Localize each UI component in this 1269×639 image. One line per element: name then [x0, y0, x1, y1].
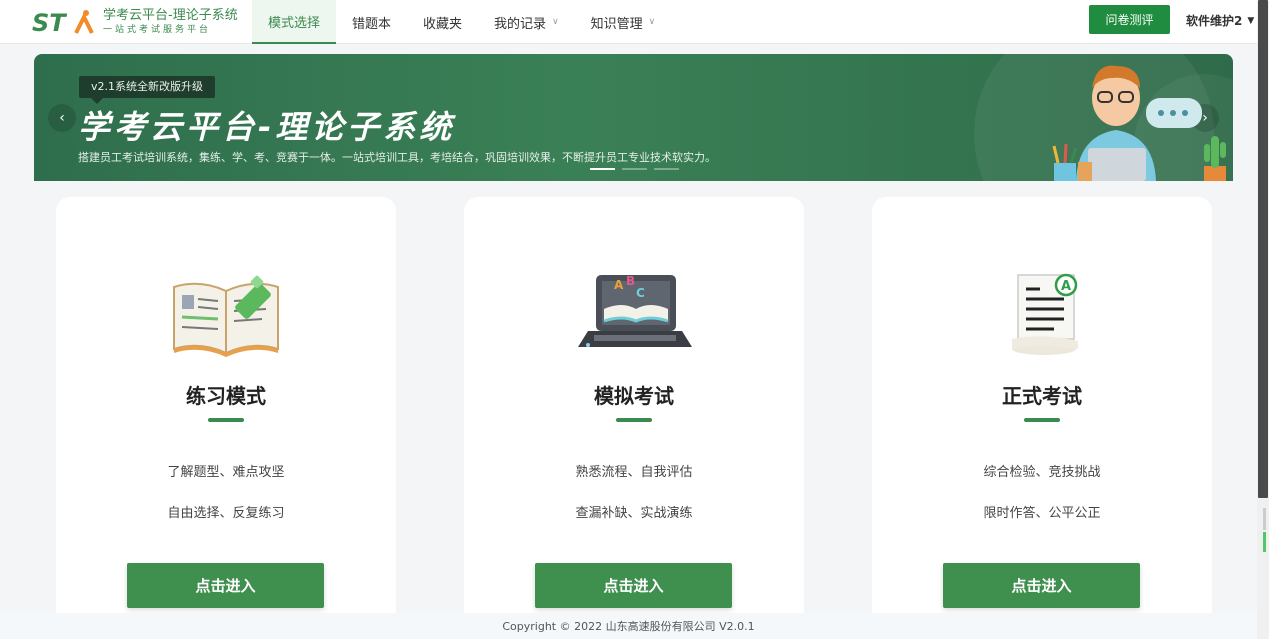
user-name: 软件维护2: [1186, 14, 1243, 28]
exam-paper-icon: A: [1012, 273, 1078, 355]
card-title: 正式考试: [1002, 384, 1082, 408]
caret-down-icon: ▼: [1247, 15, 1255, 26]
enter-button[interactable]: 点击进入: [535, 563, 732, 608]
page-scrollbar[interactable]: [1257, 0, 1269, 639]
enter-button[interactable]: 点击进入: [943, 563, 1140, 608]
banner-subtitle: 搭建员工考试培训系统，集练、学、考、竞赛于一体。一站式培训工具，考培结合，巩固培…: [78, 151, 716, 164]
carousel-dot[interactable]: [590, 168, 615, 170]
version-tag: v2.1系统全新改版升级: [79, 76, 216, 104]
nav-knowledge-manage[interactable]: 知识管理 ∨: [575, 0, 672, 44]
logo-mark-icon: ST: [32, 7, 96, 37]
laptop-book-icon: A B C: [578, 274, 692, 347]
card-desc-2: 自由选择、反复练习: [167, 506, 285, 521]
logo-title: 学考云平台-理论子系统: [103, 8, 238, 23]
card-desc-1: 熟悉流程、自我评估: [575, 465, 693, 480]
nav-favorites[interactable]: 收藏夹: [407, 0, 478, 44]
person-laptop-illustration: [1052, 65, 1226, 181]
svg-text:C: C: [636, 286, 645, 300]
hero-banner: v2.1系统全新改版升级 学考云平台-理论子系统 搭建员工考试培训系统，集练、学…: [34, 54, 1233, 181]
nav-wrong-questions[interactable]: 错题本: [336, 0, 407, 44]
carousel-dot[interactable]: [654, 168, 679, 170]
carousel-dot[interactable]: [622, 168, 647, 170]
card-desc-2: 限时作答、公平公正: [983, 506, 1101, 521]
card-title: 练习模式: [186, 384, 266, 408]
nav-my-records[interactable]: 我的记录 ∨: [478, 0, 575, 44]
chevron-left-icon[interactable]: ‹: [48, 104, 76, 132]
open-book-icon: [173, 275, 279, 357]
logo-subtitle: 一站式考试服务平台: [103, 25, 212, 35]
chevron-down-icon: ∨: [648, 17, 656, 27]
title-underline: [208, 418, 244, 422]
card-formal-exam: A 正式考试 综合检验、竞技挑战 限时作答、公平公正 点击进入: [872, 197, 1212, 627]
top-header: ST 学考云平台-理论子系统 一站式考试服务平台 模式选择 错题本 收藏夹 我的…: [0, 0, 1257, 44]
svg-text:A: A: [614, 278, 624, 292]
carousel-indicators: [590, 168, 679, 170]
title-underline: [616, 418, 652, 422]
card-practice-mode: 练习模式 了解题型、难点攻坚 自由选择、反复练习 点击进入: [56, 197, 396, 627]
nav-mode-select[interactable]: 模式选择: [252, 0, 337, 44]
logo[interactable]: ST 学考云平台-理论子系统 一站式考试服务平台: [32, 6, 238, 38]
card-mock-exam: A B C 模拟考试 熟悉流程、自我评估 查漏补缺、实战演练 点击进入: [464, 197, 804, 627]
main-nav: 模式选择 错题本 收藏夹 我的记录 ∨ 知识管理 ∨: [252, 0, 671, 44]
card-desc-2: 查漏补缺、实战演练: [575, 506, 693, 521]
card-desc-1: 了解题型、难点攻坚: [167, 465, 285, 480]
svg-text:A: A: [1061, 279, 1071, 294]
svg-text:B: B: [626, 274, 635, 288]
svg-text:ST: ST: [32, 9, 67, 37]
footer: Copyright © 2022 山东高速股份有限公司 V2.0.1: [0, 613, 1257, 639]
scrollbar-thumb[interactable]: [1258, 0, 1268, 498]
card-desc-1: 综合检验、竞技挑战: [983, 465, 1101, 480]
chevron-down-icon: ∨: [552, 17, 559, 27]
card-title: 模拟考试: [594, 384, 674, 408]
title-underline: [1024, 418, 1060, 422]
survey-button[interactable]: 问卷测评: [1089, 5, 1170, 34]
enter-button[interactable]: 点击进入: [127, 563, 324, 608]
user-menu[interactable]: 软件维护2 ▼: [1186, 12, 1254, 29]
copyright-text: Copyright © 2022 山东高速股份有限公司 V2.0.1: [502, 620, 755, 633]
banner-title: 学考云平台-理论子系统: [78, 108, 456, 146]
